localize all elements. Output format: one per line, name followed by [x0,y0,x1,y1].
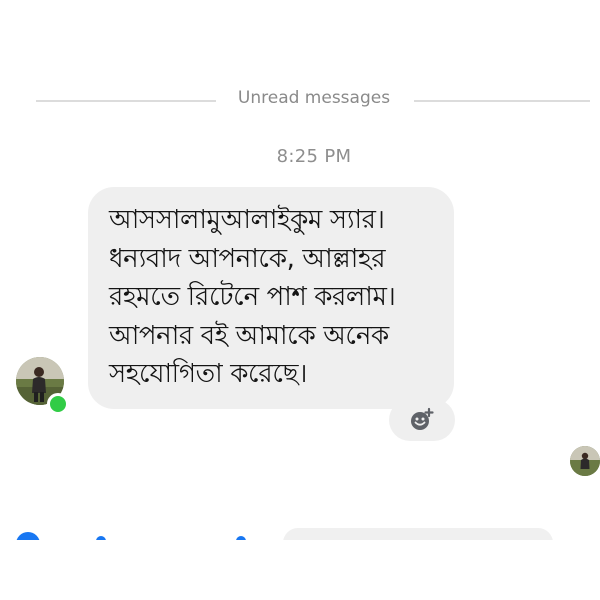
unread-divider: Unread messages [36,84,590,112]
more-actions-icon[interactable] [16,532,40,540]
unread-label: Unread messages [237,88,391,108]
add-reaction-button[interactable] [389,399,455,441]
divider-line-left [36,100,216,102]
divider-line-right [414,100,590,102]
message-input[interactable] [283,528,553,540]
message-timestamp: 8:25 PM [276,146,352,167]
mic-icon[interactable] [236,536,246,540]
chat-window: Unread messages 8:25 PM আসসালামুআলাইকুম … [0,0,600,600]
add-reaction-icon [411,407,434,430]
message-text: আসসালামুআলাইকুম স্যার। ধন্যবাদ আপনাকে, আ… [109,205,396,389]
read-receipt-avatar [570,446,600,476]
message-bubble[interactable]: আসসালামুআলাইকুম স্যার। ধন্যবাদ আপনাকে, আ… [88,187,454,409]
composer-toolbar [0,528,600,540]
online-status-icon [47,393,69,415]
camera-icon[interactable] [96,536,106,540]
read-receipt-image [570,446,600,476]
